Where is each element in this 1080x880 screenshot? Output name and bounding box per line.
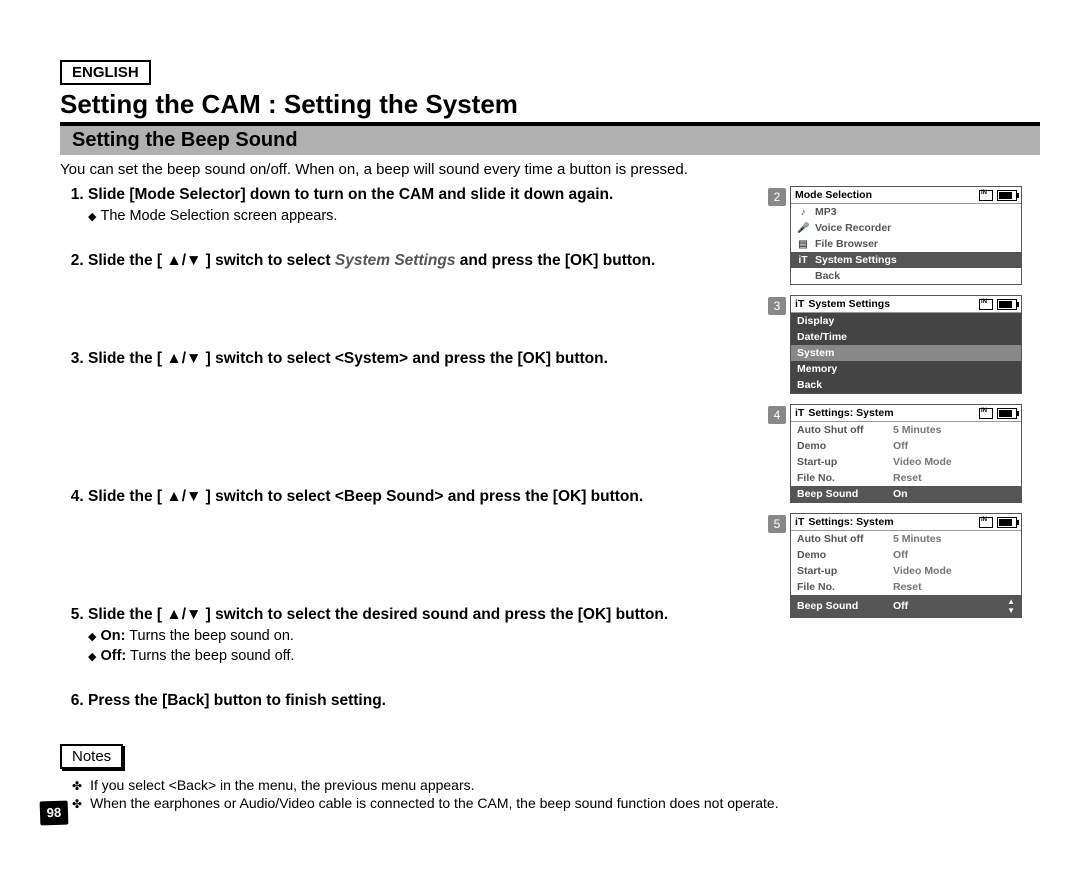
- setting-auto-shut-off: Auto Shut off5 Minutes: [791, 531, 1021, 547]
- battery-icon: [997, 408, 1017, 419]
- settings-icon: iT: [795, 516, 804, 528]
- music-icon: ♪: [797, 207, 809, 218]
- screen-3: 3 iT System Settings Display Date/Time S…: [790, 295, 1040, 394]
- menu-item-datetime: Date/Time: [791, 329, 1021, 345]
- folder-icon: ▤: [797, 239, 809, 250]
- screen-5: 5 iT Settings: System Auto Shut off5 Min…: [790, 513, 1040, 618]
- setting-demo: DemoOff: [791, 438, 1021, 454]
- note-1: If you select <Back> in the menu, the pr…: [72, 777, 780, 793]
- menu-item-back: Back: [791, 377, 1021, 393]
- menu-item-file-browser: ▤File Browser: [791, 236, 1021, 252]
- steps-list: Slide [Mode Selector] down to turn on th…: [60, 186, 780, 710]
- main-title: Setting the CAM : Setting the System: [60, 89, 1040, 126]
- screen-step-number: 3: [768, 297, 786, 315]
- note-2: When the earphones or Audio/Video cable …: [72, 795, 780, 811]
- screen-title: Settings: System: [808, 407, 975, 419]
- language-tag: ENGLISH: [60, 60, 151, 85]
- setting-beep-sound: Beep SoundOn: [791, 486, 1021, 502]
- menu-item-system-settings: iTSystem Settings: [791, 252, 1021, 268]
- screen-2: 2 Mode Selection ♪MP3 🎤Voice Recorder ▤F…: [790, 186, 1040, 285]
- setting-beep-sound: Beep SoundOff▲▼: [791, 595, 1021, 617]
- settings-icon: iT: [795, 298, 804, 310]
- step-3: Slide the [ ▲/▼ ] switch to select <Syst…: [88, 350, 780, 460]
- menu-item-voice: 🎤Voice Recorder: [791, 220, 1021, 236]
- mic-icon: 🎤: [797, 223, 809, 234]
- notes-list: If you select <Back> in the menu, the pr…: [60, 777, 780, 811]
- step-6: Press the [Back] button to finish settin…: [88, 692, 780, 710]
- screen-step-number: 5: [768, 515, 786, 533]
- screen-step-number: 2: [768, 188, 786, 206]
- setting-demo: DemoOff: [791, 547, 1021, 563]
- battery-icon: [997, 190, 1017, 201]
- up-down-arrows-icon: ▲▼: [1007, 597, 1015, 615]
- page-number: 98: [40, 801, 69, 826]
- screen-4: 4 iT Settings: System Auto Shut off5 Min…: [790, 404, 1040, 503]
- step-4: Slide the [ ▲/▼ ] switch to select <Beep…: [88, 488, 780, 578]
- step-1: Slide [Mode Selector] down to turn on th…: [88, 186, 780, 224]
- setting-startup: Start-upVideo Mode: [791, 454, 1021, 470]
- setting-file-no: File No.Reset: [791, 470, 1021, 486]
- setting-file-no: File No.Reset: [791, 579, 1021, 595]
- menu-item-back: Back: [791, 268, 1021, 284]
- battery-icon: [997, 517, 1017, 528]
- settings-icon: iT: [797, 255, 809, 266]
- screen-title: System Settings: [808, 298, 975, 310]
- sub-title: Setting the Beep Sound: [60, 126, 1040, 155]
- battery-icon: [997, 299, 1017, 310]
- notes-label: Notes: [60, 744, 123, 769]
- screen-step-number: 4: [768, 406, 786, 424]
- menu-item-system: System: [791, 345, 1021, 361]
- step-2: Slide the [ ▲/▼ ] switch to select Syste…: [88, 252, 780, 322]
- card-icon: [979, 517, 993, 528]
- menu-item-mp3: ♪MP3: [791, 204, 1021, 220]
- menu-item-memory: Memory: [791, 361, 1021, 377]
- screens-column: 2 Mode Selection ♪MP3 🎤Voice Recorder ▤F…: [790, 186, 1040, 628]
- setting-auto-shut-off: Auto Shut off5 Minutes: [791, 422, 1021, 438]
- menu-item-display: Display: [791, 313, 1021, 329]
- card-icon: [979, 299, 993, 310]
- setting-startup: Start-upVideo Mode: [791, 563, 1021, 579]
- settings-icon: iT: [795, 407, 804, 419]
- step-5: Slide the [ ▲/▼ ] switch to select the d…: [88, 606, 780, 664]
- card-icon: [979, 408, 993, 419]
- screen-title: Settings: System: [808, 516, 975, 528]
- screen-title: Mode Selection: [795, 189, 975, 201]
- card-icon: [979, 190, 993, 201]
- intro-text: You can set the beep sound on/off. When …: [60, 161, 1040, 178]
